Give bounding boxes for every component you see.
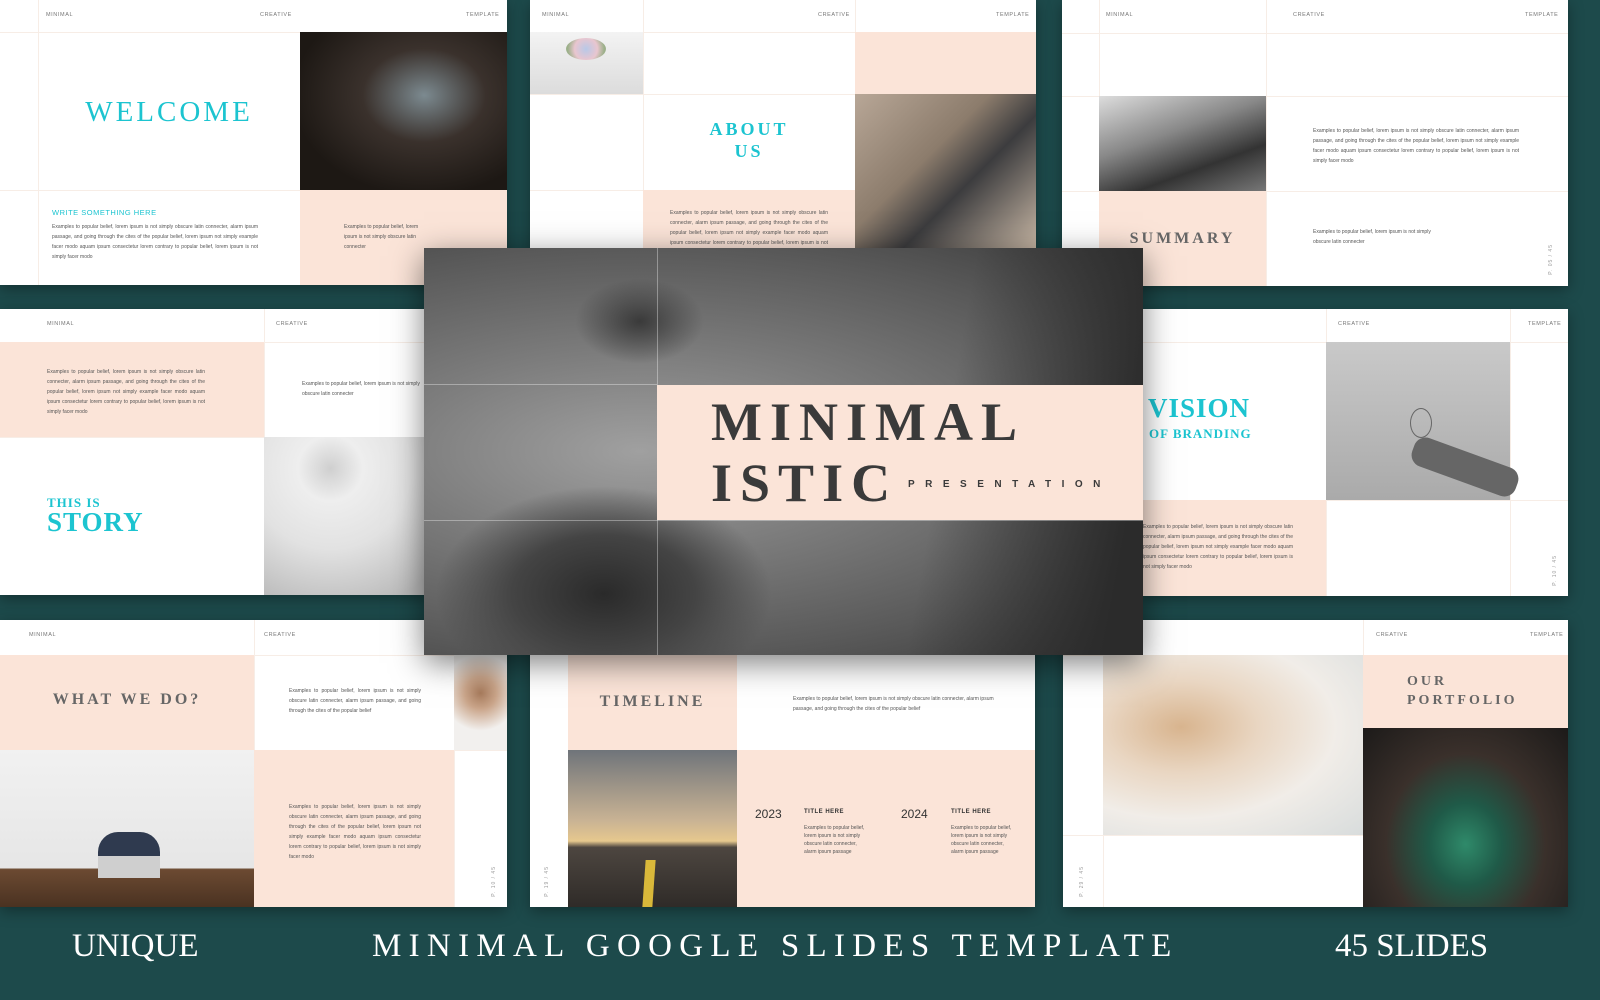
header-label: MINIMAL <box>46 12 74 18</box>
slide-cover[interactable]: MINIMAL ISTIC PRESENTATION <box>424 248 1143 655</box>
cover-tagline: PRESENTATION <box>908 479 1111 490</box>
page-number: P. 05 / 45 <box>1548 244 1554 275</box>
slide-title: ABOUT US <box>709 119 789 161</box>
body-text: Examples to popular belief, lorem ipsum … <box>1313 229 1431 245</box>
body-text: Examples to popular belief, lorem ipsum … <box>47 369 205 415</box>
header-label: CREATIVE <box>276 321 308 327</box>
timeline-item-text: Examples to popular belief, lorem ipsum … <box>804 825 865 855</box>
slide-vision[interactable]: CREATIVE TEMPLATE VISION OF BRANDING Exa… <box>1138 309 1568 596</box>
body-text: Examples to popular belief, lorem ipsum … <box>289 688 421 714</box>
timeline-item-text: Examples to popular belief, lorem ipsum … <box>951 825 1012 855</box>
header-label: TEMPLATE <box>996 12 1030 18</box>
header-label: CREATIVE <box>260 12 292 18</box>
body-text: Examples to popular belief, lorem ipsum … <box>793 696 994 712</box>
timeline-item-title: TITLE HERE <box>804 809 845 815</box>
photo-runner <box>568 750 737 907</box>
cover-title-line2: ISTIC <box>711 453 899 513</box>
photo-bride <box>1103 655 1363 835</box>
photo-woman-green <box>1363 728 1568 907</box>
header-label: TEMPLATE <box>466 12 500 18</box>
page-number: P. 10 / 45 <box>1552 555 1558 586</box>
slide-title: OUR PORTFOLIO <box>1407 674 1518 708</box>
page-number: P. 29 / 45 <box>1079 866 1085 897</box>
header-label: TEMPLATE <box>1528 321 1562 327</box>
slide-welcome[interactable]: MINIMAL CREATIVE TEMPLATE WELCOME WRITE … <box>0 0 507 285</box>
header-label: MINIMAL <box>29 632 57 638</box>
header-label: CREATIVE <box>1376 632 1408 638</box>
page-number: P. 19 / 45 <box>544 866 550 897</box>
body-text: Examples to popular belief, lorem ipsum … <box>289 804 421 860</box>
header-label: MINIMAL <box>47 321 75 327</box>
photo-flowers <box>530 32 643 94</box>
header-label: MINIMAL <box>1106 12 1134 18</box>
header-label: CREATIVE <box>1338 321 1370 327</box>
slide-title: VISION <box>1148 393 1251 423</box>
timeline-item-title: TITLE HERE <box>951 809 992 815</box>
body-text: Examples to popular belief, lorem ipsum … <box>1313 128 1519 164</box>
body-text: Examples to popular belief, lorem ipsum … <box>302 381 420 397</box>
banner-right: 45 SLIDES <box>1335 928 1489 964</box>
slide-about[interactable]: MINIMAL CREATIVE TEMPLATE ABOUT US Exampl… <box>530 0 1036 250</box>
slide-title: STORY <box>47 507 144 537</box>
header-label: MINIMAL <box>542 12 570 18</box>
banner-left: UNIQUE <box>72 928 199 964</box>
slide-title: WHAT WE DO? <box>52 691 202 708</box>
body-text: Examples to popular belief, lorem ipsum … <box>670 210 828 246</box>
photo-building <box>1099 96 1266 191</box>
header-label: CREATIVE <box>264 632 296 638</box>
photo-laptop <box>855 94 1036 250</box>
slide-summary[interactable]: MINIMAL CREATIVE TEMPLATE SUMMARY Exampl… <box>1062 0 1568 286</box>
header-label: CREATIVE <box>1293 12 1325 18</box>
photo-woman <box>300 32 507 190</box>
photo-lightbulb <box>1326 342 1522 500</box>
header-label: TEMPLATE <box>1530 632 1564 638</box>
photo-man-phone <box>454 655 507 750</box>
timeline-year: 2024 <box>901 807 928 821</box>
subtitle: WRITE SOMETHING HERE <box>52 208 157 217</box>
slide-story[interactable]: MINIMAL CREATIVE Examples to popular bel… <box>0 309 430 595</box>
slide-title: TIMELINE <box>599 693 706 710</box>
body-text: Examples to popular belief, lorem ipsum … <box>344 224 419 250</box>
slide-subtitle: OF BRANDING <box>1149 426 1252 441</box>
slide-timeline[interactable]: TIMELINE Examples to popular belief, lor… <box>530 640 1035 907</box>
slide-title: SUMMARY <box>1129 230 1236 247</box>
body-text: Examples to popular belief, lorem ipsum … <box>1143 524 1293 570</box>
timeline-year: 2023 <box>755 807 782 821</box>
photo-man-laptop <box>0 750 254 907</box>
page-number: P. 10 / 45 <box>491 866 497 897</box>
slide-portfolio[interactable]: CREATIVE TEMPLATE OUR PORTFOLIO P. 29 / 4… <box>1063 620 1568 907</box>
slide-title: WELCOME <box>85 96 253 128</box>
body-text: Examples to popular belief, lorem ipsum … <box>52 224 258 260</box>
banner-title: MINIMAL GOOGLE SLIDES TEMPLATE <box>372 928 1179 964</box>
header-label: CREATIVE <box>818 12 850 18</box>
photo-coffee-knit <box>264 437 430 595</box>
slide-what-we-do[interactable]: MINIMAL CREATIVE WHAT WE DO? Examples to… <box>0 620 507 907</box>
header-label: TEMPLATE <box>1525 12 1559 18</box>
cover-title-line1: MINIMAL <box>711 392 1025 452</box>
